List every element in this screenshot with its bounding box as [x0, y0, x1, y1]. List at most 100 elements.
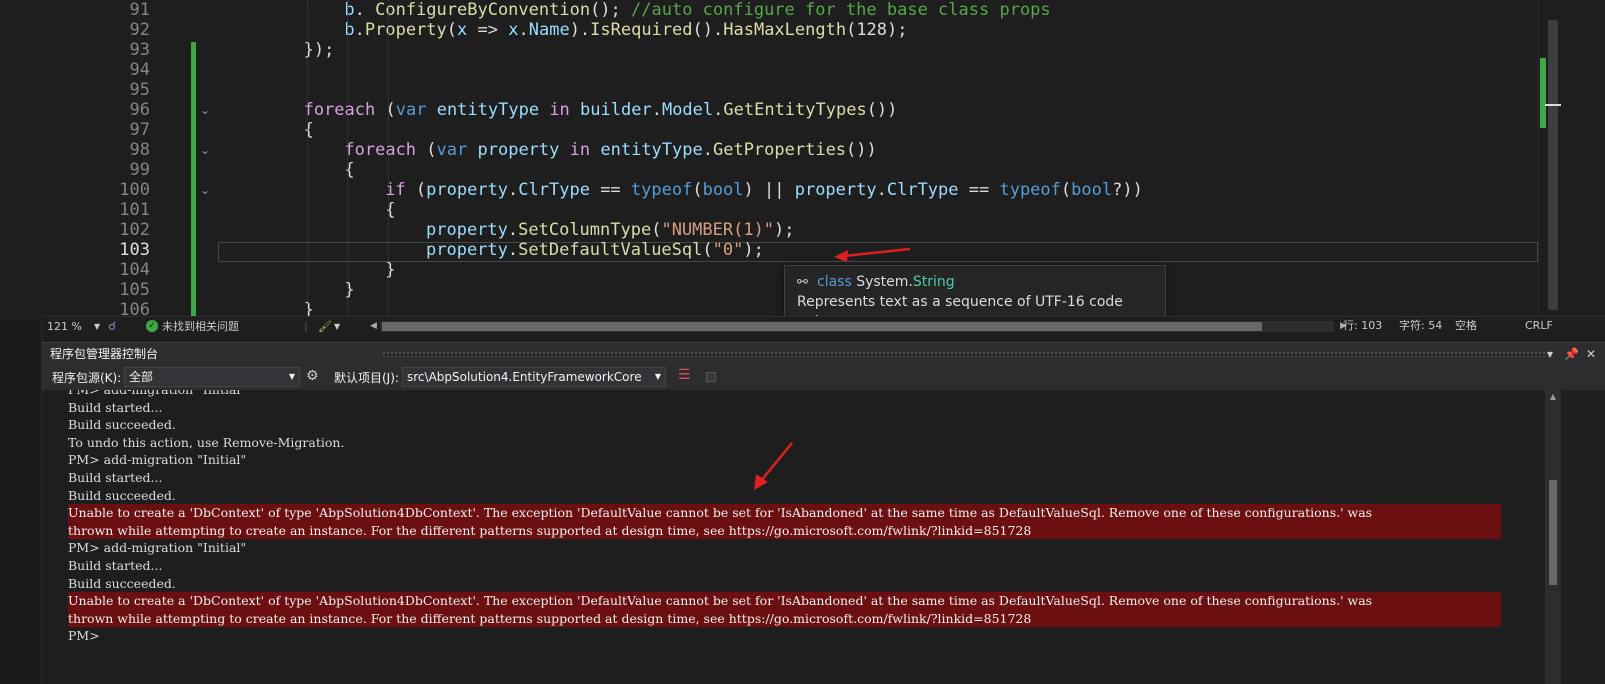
code-token: SetColumnType [518, 220, 652, 240]
code-token: ConfigureByConvention [375, 0, 591, 20]
gear-icon[interactable]: ⚙ [306, 368, 319, 384]
code-token: property [426, 240, 508, 260]
line-number: 96 [129, 100, 150, 120]
code-token: ClrType [886, 180, 959, 200]
code-cleanup-icon[interactable]: 🖌 [318, 317, 332, 336]
code-token: IsRequired [590, 20, 693, 40]
code-token: bool [1071, 180, 1113, 200]
default-project-value: src\AbpSolution4.EntityFrameworkCore [407, 370, 642, 384]
code-token: ); [743, 240, 764, 260]
package-source-select[interactable]: 全部 ▼ [124, 367, 300, 387]
code-token: . [507, 240, 519, 260]
output-line: Build started... [68, 399, 163, 415]
error-output-line: thrown while attempting to create an ins… [68, 521, 1501, 540]
code-token: Name [528, 20, 570, 40]
window-position-dropdown-icon[interactable]: ▾ [1547, 343, 1553, 365]
scrollbar-caret-marker [1545, 104, 1561, 106]
line-ending-indicator[interactable]: CRLF [1525, 316, 1553, 335]
code-line[interactable]: if (property.ClrType == typeof(bool) || … [385, 180, 1143, 200]
output-line: Build succeeded. [68, 417, 176, 433]
chevron-down-icon: ▼ [288, 372, 295, 381]
code-line[interactable]: b. ConfigureByConvention(); //auto confi… [344, 0, 1050, 20]
line-number: 97 [129, 120, 150, 140]
check-icon[interactable]: ✓ [146, 320, 158, 332]
code-token: ( [651, 220, 662, 240]
close-icon[interactable]: ✕ [1586, 343, 1596, 365]
error-output-line: Unable to create a 'DbContext' of type '… [68, 592, 1501, 610]
issues-status[interactable]: 未找到相关问题 [162, 317, 239, 336]
code-line[interactable]: foreach (var entityType in builder.Model… [304, 100, 898, 120]
code-token: x [508, 20, 519, 40]
console-scroll-thumb[interactable] [1549, 480, 1557, 585]
horizontal-scroll-thumb[interactable] [382, 322, 1262, 331]
code-line[interactable]: } [385, 260, 395, 280]
package-source-label: 程序包源(K): [52, 371, 122, 385]
code-token: . [702, 140, 713, 160]
code-token: }); [303, 40, 335, 60]
header-grip [382, 351, 1552, 357]
class-icon: ⚯ [797, 275, 808, 290]
code-token: var [436, 140, 468, 160]
pm-console-title: 程序包管理器控制台 [50, 347, 159, 361]
scroll-left-icon[interactable]: ◀ [370, 317, 377, 336]
indent-guide [306, 0, 308, 320]
tooltip-kind: class [817, 274, 852, 290]
pm-console-output[interactable]: PM> add-migration "Initial"Build started… [42, 390, 1605, 684]
code-token: { [385, 200, 396, 220]
chevron-down-icon: ▼ [654, 372, 661, 381]
line-indicator[interactable]: 行: 103 [1343, 316, 1382, 335]
code-token: ClrType [518, 180, 590, 200]
fold-toggle-icon[interactable]: ⌄ [197, 140, 213, 160]
code-token: . [507, 220, 519, 240]
code-token: ?)) [1112, 180, 1143, 200]
code-token: //auto configure for the base class prop… [631, 0, 1051, 20]
cleanup-dropdown-icon[interactable]: ▼ [334, 317, 340, 336]
code-token: property [426, 220, 508, 240]
zoom-level[interactable]: 121 % [47, 317, 82, 336]
line-number: 102 [119, 220, 150, 240]
whitespace-indicator[interactable]: 空格 [1455, 316, 1477, 335]
code-token: in [569, 140, 591, 160]
default-project-select[interactable]: src\AbpSolution4.EntityFrameworkCore ▼ [402, 367, 666, 387]
code-token: property [477, 140, 560, 160]
error-output-line: thrown while attempting to create an ins… [68, 609, 1501, 628]
code-line[interactable]: b.Property(x => x.Name).IsRequired().Has… [344, 20, 907, 40]
output-line: Build succeeded. [68, 487, 176, 503]
code-editor[interactable]: 91 92 93 94 95 96 97 98 99 100 101 102 103 104 105 106 … [0, 0, 1605, 320]
scroll-up-icon[interactable]: ▲ [1545, 392, 1561, 401]
code-token: SetDefaultValueSql [518, 240, 703, 260]
code-token: (); [590, 0, 632, 20]
fold-toggle-icon[interactable]: ⌄ [197, 180, 213, 200]
code-line[interactable]: { [304, 120, 314, 140]
code-line[interactable]: { [385, 200, 395, 220]
code-token: . [508, 180, 519, 200]
code-line[interactable]: property.SetColumnType("NUMBER(1)"); [426, 220, 795, 240]
code-token: typeof [630, 180, 693, 200]
indent-guide [388, 0, 390, 320]
code-token: ( [416, 140, 437, 160]
line-number: 101 [119, 200, 150, 220]
code-line[interactable]: foreach (var property in entityType.GetP… [344, 140, 876, 160]
code-token: ( [375, 100, 396, 120]
line-number-gutter: 91 92 93 94 95 96 97 98 99 100 101 102 103 104 105 106 [42, 0, 150, 320]
git-icon[interactable]: ☌ [108, 317, 116, 336]
output-line: PM> [68, 628, 100, 644]
code-line[interactable]: }); [304, 40, 335, 60]
stop-icon[interactable] [706, 372, 716, 382]
code-line[interactable]: property.SetDefaultValueSql("0"); [426, 240, 764, 260]
code-token: . [354, 0, 376, 20]
pin-icon[interactable]: 📌 [1564, 343, 1579, 365]
code-line[interactable]: { [344, 160, 354, 180]
char-indicator[interactable]: 字符: 54 [1399, 316, 1442, 335]
zoom-dropdown-icon[interactable]: ▼ [94, 317, 100, 336]
editor-scroll-thumb[interactable] [1548, 20, 1558, 310]
fold-toggle-icon[interactable]: ⌄ [197, 100, 213, 120]
output-line: PM> add-migration "Initial" [68, 390, 246, 399]
line-number: 98 [129, 140, 150, 160]
code-token: . [713, 100, 724, 120]
clear-console-icon[interactable]: ☰ [678, 367, 691, 383]
code-token: HasMaxLength [723, 20, 847, 40]
code-line[interactable]: } [344, 280, 354, 300]
